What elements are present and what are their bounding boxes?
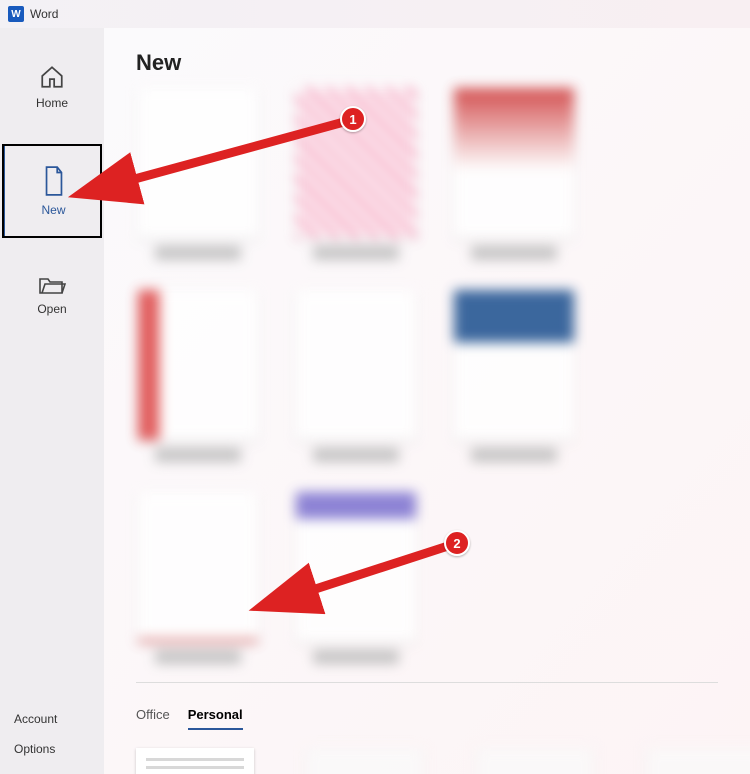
template-item-blurred[interactable]	[646, 748, 750, 774]
sidebar-link-options[interactable]: Options	[0, 734, 104, 764]
personal-templates-row: Contract of Employment	[104, 730, 750, 774]
section-divider	[136, 682, 718, 683]
titlebar: W Word	[0, 0, 750, 28]
tab-office[interactable]: Office	[136, 701, 170, 730]
template-gallery-blurred	[104, 88, 750, 664]
sidebar-link-account[interactable]: Account	[0, 704, 104, 734]
page-title: New	[136, 50, 750, 76]
folder-open-icon	[38, 274, 66, 296]
template-tabs: Office Personal	[104, 701, 750, 730]
template-thumbnail	[136, 748, 254, 774]
sidebar-item-label: Open	[37, 302, 66, 316]
layout: Home New Open Account Options New	[0, 28, 750, 774]
template-item-blurred[interactable]	[306, 748, 424, 774]
sidebar-item-open[interactable]: Open	[0, 262, 104, 328]
sidebar-item-home[interactable]: Home	[0, 54, 104, 120]
new-document-icon	[41, 165, 67, 197]
template-contract-of-employment[interactable]: Contract of Employment	[136, 748, 254, 774]
sidebar-footer: Account Options	[0, 704, 104, 764]
home-icon	[39, 64, 65, 90]
word-app-icon: W	[8, 6, 24, 22]
main-panel: New Office Personal	[104, 28, 750, 774]
sidebar-item-new[interactable]: New	[2, 144, 102, 238]
tab-personal[interactable]: Personal	[188, 701, 243, 730]
sidebar-item-label: Home	[36, 96, 68, 110]
sidebar-item-label: New	[41, 203, 65, 217]
sidebar: Home New Open Account Options	[0, 28, 104, 774]
template-item-blurred[interactable]	[476, 748, 594, 774]
app-title: Word	[30, 7, 58, 21]
